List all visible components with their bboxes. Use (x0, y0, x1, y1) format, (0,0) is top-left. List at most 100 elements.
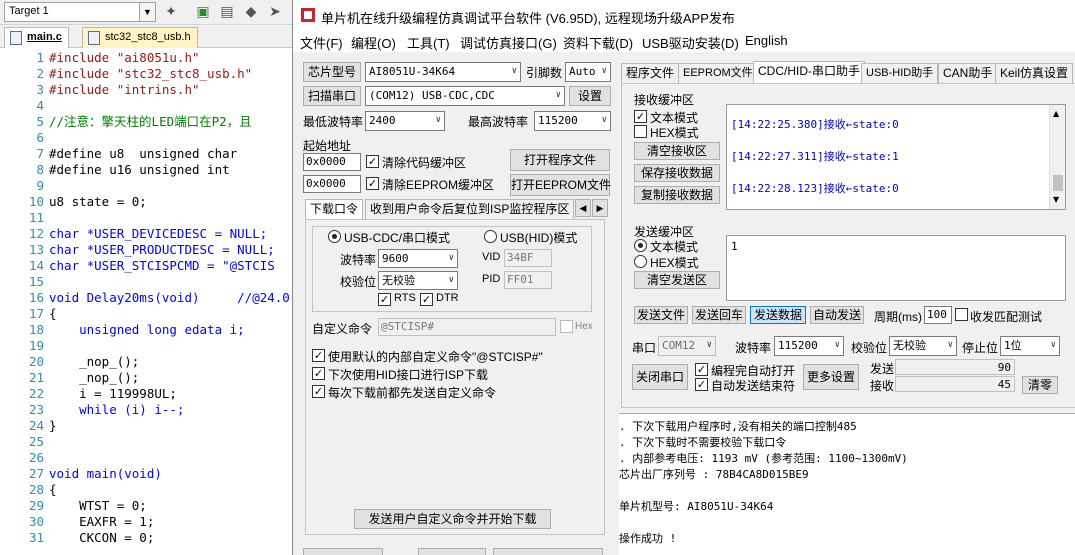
clear-count-button[interactable]: 清零 (1022, 376, 1058, 394)
menu-usb-driver[interactable]: USB驱动安装(D) (642, 33, 739, 52)
log-output[interactable]: . 下次下载用户程序时,没有相关的端口控制485 . 下次下载时不需要校验下载口… (619, 413, 1075, 555)
target-select[interactable]: Target 1 ▼ (4, 2, 156, 22)
recv-text-area[interactable]: [14:22:25.380]接收←state:0 [14:22:27.311]接… (726, 104, 1066, 210)
save-recv-button[interactable]: 保存接收数据 (634, 164, 720, 182)
send-data-button[interactable]: 发送数据 (750, 306, 806, 324)
tab-can[interactable]: CAN助手 (938, 63, 998, 83)
tab-cdc-hid-serial[interactable]: CDC/HID-串口助手 (753, 61, 865, 83)
more-settings-button[interactable]: 更多设置 (803, 364, 859, 390)
baud-select[interactable]: 9600 ∨ (378, 249, 458, 268)
clear-send-button[interactable]: 清空发送区 (634, 271, 720, 289)
arrow-icon[interactable]: ➤ (266, 3, 284, 21)
code-text: _nop_(); (49, 354, 140, 369)
auto-open-checkbox[interactable]: ✓ (695, 363, 708, 376)
bottom-button-1[interactable] (303, 548, 383, 555)
send-text-area[interactable]: 1 (726, 235, 1066, 301)
tab-keil-debug[interactable]: Keil仿真设置 (995, 63, 1074, 83)
stop-bits-select[interactable]: 1位 ∨ (1000, 336, 1060, 356)
scan-port-button[interactable]: 扫描串口 (303, 86, 361, 106)
start-address-input-2[interactable]: 0x0000 (303, 175, 361, 193)
open-eeprom-file-button[interactable]: 打开EEPROM文件 (510, 174, 611, 196)
recv-scrollbar[interactable]: ▲ ▼ (1049, 105, 1065, 209)
send-text-mode-radio[interactable] (634, 239, 647, 252)
manage-components-icon[interactable]: ▣ (194, 3, 212, 21)
scroll-up-icon[interactable]: ▲ (1053, 109, 1059, 118)
tab-main-c[interactable]: main.c (4, 27, 69, 48)
chevron-down-icon: ∨ (435, 115, 441, 125)
chip-model-button[interactable]: 芯片型号 (303, 62, 361, 82)
send-return-button[interactable]: 发送回车 (692, 306, 746, 324)
recv-count-label: 接收 (870, 379, 895, 393)
baud2-select[interactable]: 115200 ∨ (774, 336, 844, 356)
usb-hid-radio[interactable] (484, 230, 497, 243)
send-command-download-button[interactable]: 发送用户自定义命令并开始下载 (354, 509, 551, 529)
chevron-down-icon[interactable]: ▼ (139, 3, 155, 21)
menu-debug[interactable]: 调试仿真接口(G) (460, 33, 557, 52)
settings-button[interactable]: 设置 (569, 86, 611, 106)
code-text: WTST = 0; (49, 498, 147, 513)
tab-scroll-right-icon[interactable]: ▶ (592, 199, 608, 217)
tab-usb-header[interactable]: stc32_stc8_usb.h (82, 27, 198, 48)
com-select[interactable]: COM12 ∨ (658, 336, 716, 356)
code-text: #include "intrins.h" (49, 82, 200, 97)
tab-reset-isp[interactable]: 收到用户命令后复位到ISP监控程序区 (365, 199, 575, 219)
pid-input[interactable]: FF01 (504, 271, 552, 289)
recv-match-checkbox[interactable] (955, 308, 968, 321)
menu-english[interactable]: English (745, 33, 788, 48)
auto-send-button[interactable]: 自动发送 (810, 306, 864, 324)
diamond-icon[interactable]: ◆ (242, 3, 260, 21)
start-address-label: 起始地址 (303, 139, 352, 153)
menu-tools[interactable]: 工具(T) (407, 33, 450, 52)
max-baud-select[interactable]: 115200 ∨ (534, 111, 611, 131)
parity-select[interactable]: 无校验 ∨ (378, 271, 458, 290)
chip-model-select[interactable]: AI8051U-34K64 ∨ (365, 62, 521, 82)
dtr-checkbox[interactable]: ✓ (420, 293, 433, 306)
open-program-file-button[interactable]: 打开程序文件 (510, 149, 610, 171)
port-select[interactable]: (COM12) USB-CDC,CDC ∨ (365, 86, 565, 106)
vid-input[interactable]: 34BF (504, 249, 552, 267)
clear-eeprom-label: 清除EEPROM缓冲区 (382, 178, 495, 192)
hex-checkbox[interactable] (560, 320, 573, 333)
clear-recv-button[interactable]: 清空接收区 (634, 142, 720, 160)
code-editor[interactable]: 1 #include "ai8051u.h" 2 #include "stc32_st… (0, 50, 300, 555)
clear-eeprom-checkbox[interactable]: ✓ (366, 177, 379, 190)
send-before-download-checkbox[interactable]: ✓ (312, 385, 325, 398)
copy-recv-button[interactable]: 复制接收数据 (634, 186, 720, 204)
pin-count-select[interactable]: Auto ∨ (565, 62, 611, 82)
clear-code-checkbox[interactable]: ✓ (366, 155, 379, 168)
layers-icon[interactable]: ▤ (218, 3, 236, 21)
tab-download-password[interactable]: 下载口令 (305, 199, 364, 219)
custom-command-input[interactable]: @STCISP# (378, 318, 556, 336)
close-port-button[interactable]: 关闭串口 (632, 364, 688, 390)
min-baud-select[interactable]: 2400 ∨ (365, 111, 445, 131)
bottom-button-2[interactable] (418, 548, 486, 555)
period-input[interactable]: 100 (924, 306, 952, 324)
parity2-select[interactable]: 无校验 ∨ (889, 336, 957, 356)
line-number: 26 (28, 450, 44, 465)
next-hid-checkbox[interactable]: ✓ (312, 367, 325, 380)
recv-hex-mode-checkbox[interactable] (634, 125, 647, 138)
scroll-down-icon[interactable]: ▼ (1053, 195, 1059, 204)
scroll-thumb[interactable] (1053, 175, 1063, 191)
start-address-input-1[interactable]: 0x0000 (303, 153, 361, 171)
menu-program[interactable]: 编程(O) (351, 33, 396, 52)
send-file-button[interactable]: 发送文件 (634, 306, 688, 324)
bottom-button-3[interactable] (493, 548, 603, 555)
recv-text-mode-checkbox[interactable]: ✓ (634, 110, 647, 123)
recv-count: 45 (895, 376, 1015, 392)
tab-program-file[interactable]: 程序文件 (621, 63, 680, 83)
auto-send-end-checkbox[interactable]: ✓ (695, 378, 708, 391)
tab-eeprom-file[interactable]: EEPROM文件 (678, 63, 758, 83)
menu-file[interactable]: 文件(F) (300, 33, 343, 52)
file-icon (88, 31, 100, 45)
line-number: 12 (28, 226, 44, 241)
tab-scroll-left-icon[interactable]: ◀ (575, 199, 591, 217)
tab-usb-hid[interactable]: USB-HID助手 (861, 63, 939, 83)
usb-cdc-radio[interactable] (328, 230, 341, 243)
menu-download[interactable]: 资料下载(D) (563, 33, 633, 52)
magic-wand-icon[interactable]: ✦ (162, 3, 180, 21)
send-hex-mode-radio[interactable] (634, 255, 647, 268)
log-line: 操作成功 ! (619, 532, 677, 545)
rts-checkbox[interactable]: ✓ (378, 293, 391, 306)
default-command-checkbox[interactable]: ✓ (312, 349, 325, 362)
